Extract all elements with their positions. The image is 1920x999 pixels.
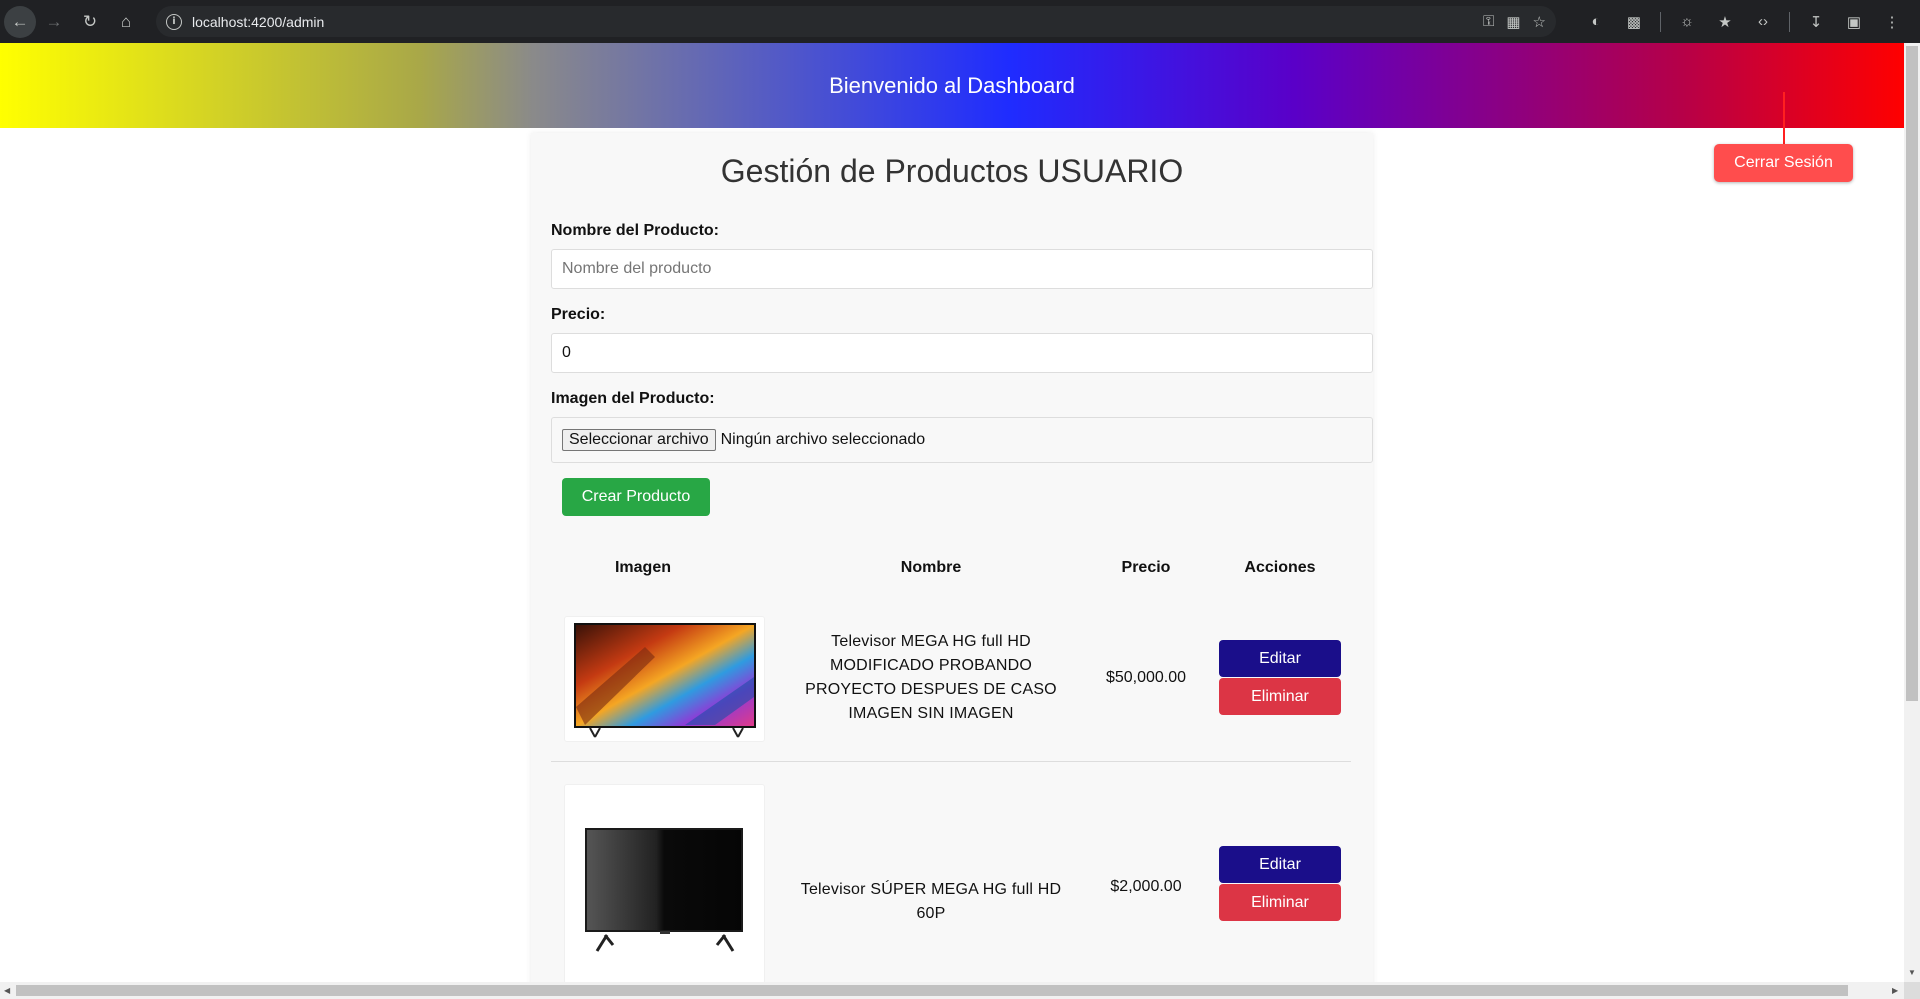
home-icon[interactable]: ⌂ — [108, 4, 144, 40]
incognito-icon[interactable]: ☼ — [1675, 13, 1699, 30]
password-key-icon[interactable]: ⚿ — [1483, 13, 1494, 30]
vertical-scroll-thumb[interactable] — [1906, 46, 1918, 701]
product-image — [564, 616, 765, 742]
url-text[interactable]: localhost:4200/admin — [192, 14, 324, 30]
price-input[interactable]: 0 — [551, 333, 1373, 373]
toolbar-divider — [1789, 11, 1790, 32]
create-product-button[interactable]: Crear Producto — [562, 478, 710, 516]
dashboard-header: Bienvenido al Dashboard — [0, 43, 1904, 128]
forward-icon[interactable]: → — [36, 4, 72, 40]
product-name-input[interactable]: Nombre del producto — [551, 249, 1373, 289]
column-header-name: Nombre — [900, 559, 962, 576]
tv-black-image — [585, 828, 743, 952]
logout-button[interactable]: Cerrar Sesión — [1714, 144, 1853, 182]
name-placeholder: Nombre del producto — [562, 260, 712, 277]
image-file-input: Seleccionar archivo Ningún archivo selec… — [551, 417, 1373, 463]
download-icon[interactable]: ↧ — [1804, 13, 1828, 31]
horizontal-scroll-thumb[interactable] — [16, 985, 1848, 996]
choose-file-button[interactable]: Seleccionar archivo — [562, 429, 716, 451]
delete-button[interactable]: Eliminar — [1219, 678, 1341, 715]
file-status: Ningún archivo seleccionado — [720, 431, 926, 448]
image-label: Imagen del Producto: — [551, 390, 715, 407]
tv-colorful-image — [574, 623, 756, 738]
scrollbar-corner — [1904, 982, 1920, 999]
menu-icon[interactable]: ⋮ — [1880, 13, 1904, 31]
favorites-icon[interactable]: ★ — [1713, 13, 1737, 31]
toolbar-divider — [1660, 11, 1661, 32]
product-management-card: Gestión de Productos USUARIO Nombre del … — [531, 133, 1373, 999]
profile-icon[interactable]: ▣ — [1842, 13, 1866, 31]
header-title: Bienvenido al Dashboard — [829, 72, 1075, 98]
delete-button[interactable]: Eliminar — [1219, 884, 1341, 921]
product-price: $50,000.00 — [1105, 669, 1187, 686]
scroll-left-arrow-icon[interactable]: ◀ — [4, 986, 10, 995]
reload-icon[interactable]: ↻ — [72, 4, 108, 40]
product-name: Televisor MEGA HG full HD MODIFICADO PRO… — [805, 633, 1057, 722]
column-header-price: Precio — [1121, 559, 1171, 576]
bookmark-star-icon[interactable]: ☆ — [1533, 13, 1546, 31]
column-header-image: Imagen — [614, 559, 671, 576]
price-value: 0 — [562, 344, 571, 361]
scroll-down-arrow-icon[interactable]: ▼ — [1908, 968, 1916, 977]
extensions-icon[interactable]: ▩ — [1622, 13, 1646, 31]
logout-connector — [1783, 92, 1785, 146]
row-divider — [551, 761, 1351, 762]
translate-icon[interactable]: ▦ — [1506, 13, 1520, 31]
devtools-icon[interactable]: ‹› — [1751, 13, 1775, 30]
browser-toolbar: ← → ↻ ⌂ i localhost:4200/admin ⚿ ▦ ☆ ◐ ▩… — [0, 0, 1920, 43]
edit-button[interactable]: Editar — [1219, 846, 1341, 883]
name-label: Nombre del Producto: — [551, 222, 720, 239]
scroll-right-arrow-icon[interactable]: ▶ — [1892, 986, 1898, 995]
address-bar[interactable]: i localhost:4200/admin ⚿ ▦ ☆ — [156, 6, 1556, 37]
back-icon[interactable]: ← — [4, 5, 36, 38]
page-title: Gestión de Productos USUARIO — [720, 153, 1184, 189]
site-info-icon[interactable]: i — [166, 13, 182, 30]
theme-icon[interactable]: ◐ — [1584, 13, 1608, 30]
product-image — [564, 784, 765, 984]
edit-button[interactable]: Editar — [1219, 640, 1341, 677]
column-header-actions: Acciones — [1244, 559, 1316, 576]
product-name: Televisor SÚPER MEGA HG full HD 60P — [800, 881, 1062, 922]
product-price: $2,000.00 — [1110, 878, 1182, 895]
price-label: Precio: — [551, 306, 606, 323]
